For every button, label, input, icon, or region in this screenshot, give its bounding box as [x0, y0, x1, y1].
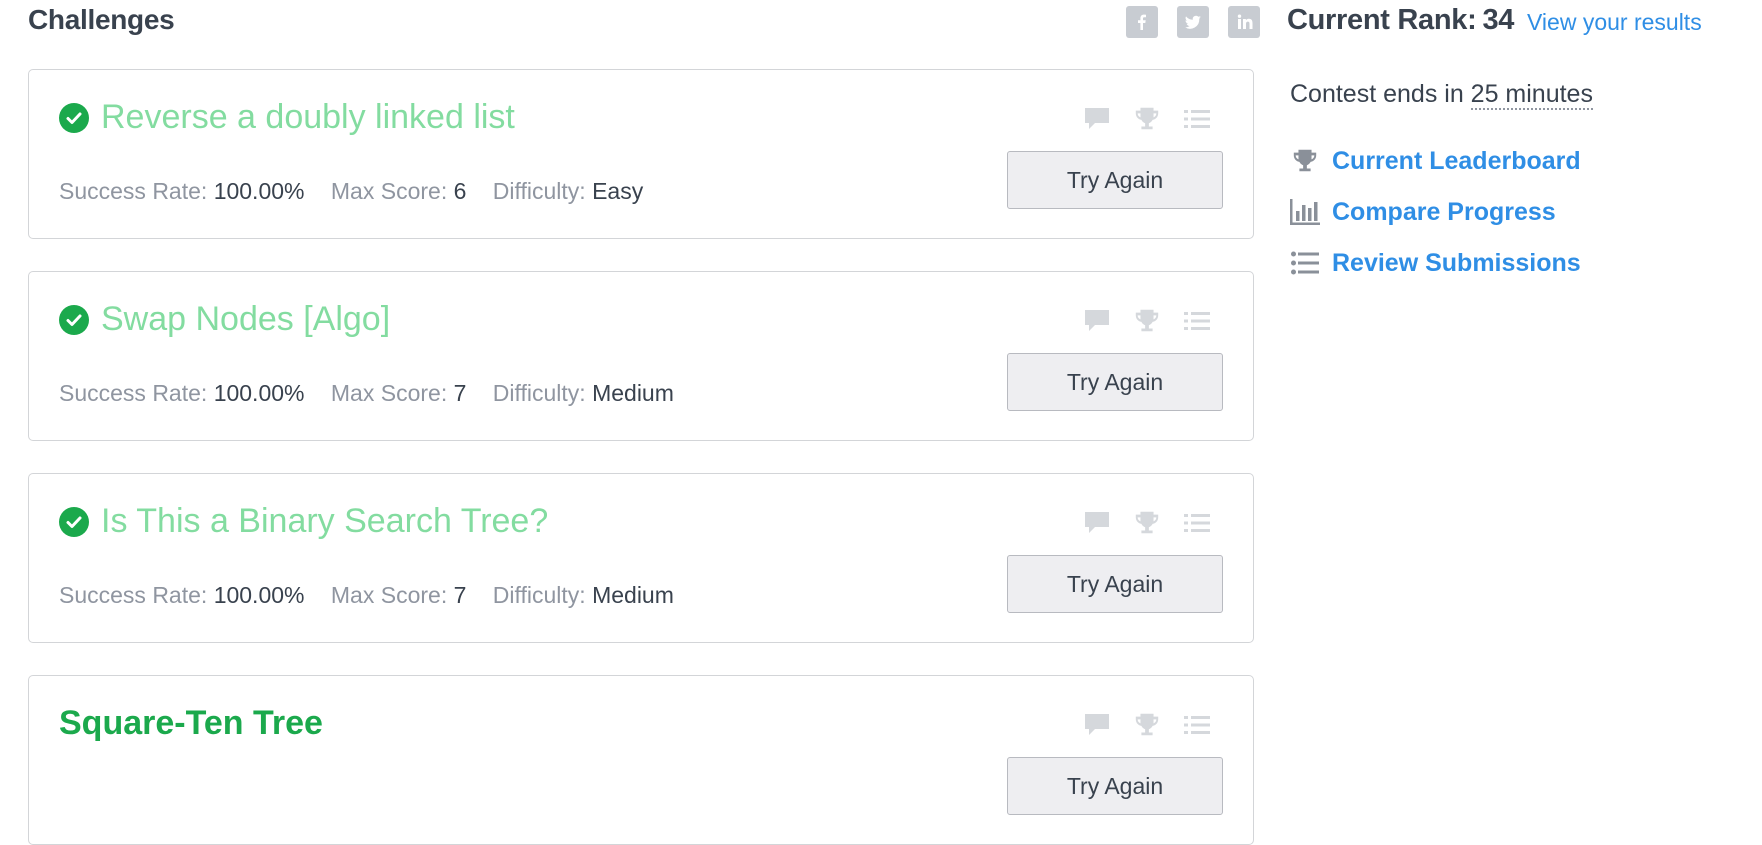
- difficulty-value: Easy: [592, 178, 644, 204]
- success-rate-label: Success Rate:: [59, 582, 208, 608]
- success-rate-label: Success Rate:: [59, 178, 208, 204]
- card-actions: [1083, 509, 1211, 537]
- contest-time: 25 minutes: [1470, 80, 1593, 110]
- try-again-button[interactable]: Try Again: [1007, 151, 1223, 209]
- challenge-card: Swap Nodes [Algo] Success Rate: 100.00% …: [28, 271, 1254, 441]
- check-icon: [59, 102, 89, 133]
- trophy-icon[interactable]: [1133, 509, 1161, 537]
- challenge-title: Swap Nodes [Algo]: [101, 300, 391, 338]
- challenge-title-link[interactable]: Reverse a doubly linked list: [59, 98, 515, 137]
- twitter-icon[interactable]: [1177, 6, 1209, 38]
- leaderboard-label: Current Leaderboard: [1332, 146, 1581, 175]
- discussion-icon[interactable]: [1083, 509, 1111, 537]
- check-icon: [59, 506, 89, 537]
- challenge-card: Is This a Binary Search Tree? Success Ra…: [28, 473, 1254, 643]
- compare-progress-label: Compare Progress: [1332, 197, 1556, 226]
- challenge-meta: Success Rate: 100.00% Max Score: 7 Diffi…: [59, 582, 674, 609]
- card-actions: [1083, 711, 1211, 739]
- difficulty-label: Difficulty:: [492, 582, 586, 608]
- bar-chart-icon: [1290, 197, 1320, 227]
- check-icon: [59, 304, 89, 335]
- challenge-meta: Success Rate: 100.00% Max Score: 6 Diffi…: [59, 178, 643, 205]
- trophy-icon[interactable]: [1133, 307, 1161, 335]
- review-submissions-label: Review Submissions: [1332, 248, 1581, 277]
- page-title: Challenges: [28, 4, 175, 35]
- challenge-title: Is This a Binary Search Tree?: [101, 502, 549, 540]
- max-score-label: Max Score:: [330, 582, 448, 608]
- facebook-icon[interactable]: [1126, 6, 1158, 38]
- trophy-icon: [1290, 146, 1320, 176]
- try-again-button[interactable]: Try Again: [1007, 555, 1223, 613]
- rank-label: Current Rank:: [1287, 4, 1477, 36]
- list-icon[interactable]: [1183, 105, 1211, 133]
- challenge-title-link[interactable]: Swap Nodes [Algo]: [59, 300, 390, 339]
- list-icon[interactable]: [1183, 711, 1211, 739]
- contest-prefix: Contest ends in: [1290, 80, 1464, 108]
- try-again-button[interactable]: Try Again: [1007, 757, 1223, 815]
- rank-value: 34: [1482, 4, 1515, 36]
- max-score-label: Max Score:: [330, 380, 448, 406]
- success-rate-value: 100.00%: [213, 178, 305, 204]
- card-actions: [1083, 105, 1211, 133]
- discussion-icon[interactable]: [1083, 711, 1111, 739]
- difficulty-label: Difficulty:: [492, 178, 586, 204]
- list-icon[interactable]: [1183, 509, 1211, 537]
- card-actions: [1083, 307, 1211, 335]
- leaderboard-link[interactable]: Current Leaderboard: [1290, 146, 1581, 176]
- challenge-card: Square-Ten Tree Try Again: [28, 675, 1254, 845]
- max-score-label: Max Score:: [330, 178, 448, 204]
- challenge-title: Reverse a doubly linked list: [101, 98, 515, 136]
- success-rate-label: Success Rate:: [59, 380, 208, 406]
- max-score-value: 7: [453, 582, 467, 608]
- challenge-title: Square-Ten Tree: [59, 704, 323, 742]
- view-results-link[interactable]: View your results: [1527, 9, 1702, 36]
- list-icon: [1290, 248, 1320, 278]
- discussion-icon[interactable]: [1083, 307, 1111, 335]
- trophy-icon[interactable]: [1133, 105, 1161, 133]
- list-icon[interactable]: [1183, 307, 1211, 335]
- max-score-value: 6: [453, 178, 467, 204]
- difficulty-value: Medium: [592, 380, 674, 406]
- challenge-meta: Success Rate: 100.00% Max Score: 7 Diffi…: [59, 380, 674, 407]
- current-rank: Current Rank: 34: [1287, 4, 1514, 37]
- max-score-value: 7: [453, 380, 467, 406]
- review-submissions-link[interactable]: Review Submissions: [1290, 248, 1581, 278]
- success-rate-value: 100.00%: [213, 380, 305, 406]
- trophy-icon[interactable]: [1133, 711, 1161, 739]
- contest-timer: Contest ends in 25 minutes: [1290, 80, 1593, 110]
- compare-progress-link[interactable]: Compare Progress: [1290, 197, 1556, 227]
- linkedin-icon[interactable]: [1228, 6, 1260, 38]
- success-rate-value: 100.00%: [213, 582, 305, 608]
- difficulty-label: Difficulty:: [492, 380, 586, 406]
- difficulty-value: Medium: [592, 582, 674, 608]
- challenge-card: Reverse a doubly linked list Success Rat…: [28, 69, 1254, 239]
- discussion-icon[interactable]: [1083, 105, 1111, 133]
- challenge-title-link[interactable]: Is This a Binary Search Tree?: [59, 502, 548, 541]
- try-again-button[interactable]: Try Again: [1007, 353, 1223, 411]
- challenge-title-link[interactable]: Square-Ten Tree: [59, 704, 323, 743]
